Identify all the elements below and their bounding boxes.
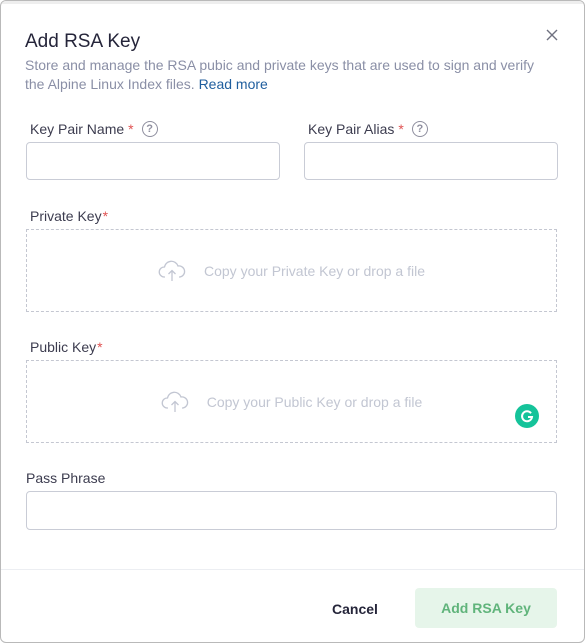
help-circle-icon[interactable]: ? bbox=[141, 121, 158, 137]
help-circle-icon[interactable]: ? bbox=[411, 121, 428, 137]
key-pair-alias-input[interactable] bbox=[304, 142, 558, 180]
required-mark: * bbox=[128, 121, 134, 137]
footer-divider bbox=[1, 569, 584, 570]
add-rsa-key-button[interactable]: Add RSA Key bbox=[415, 588, 557, 628]
private-key-dropzone-content: Copy your Private Key or drop a file bbox=[158, 260, 425, 282]
public-key-dropzone[interactable]: Copy your Public Key or drop a file bbox=[26, 360, 557, 443]
cloud-upload-icon bbox=[158, 260, 186, 281]
key-pair-name-label-text: Key Pair Name bbox=[30, 121, 125, 137]
required-mark: * bbox=[97, 339, 103, 355]
private-key-label: Private Key * bbox=[30, 208, 108, 224]
key-pair-name-input[interactable] bbox=[26, 142, 280, 180]
pass-phrase-label: Pass Phrase bbox=[26, 470, 105, 486]
key-pair-alias-label: Key Pair Alias * ? bbox=[308, 121, 428, 137]
private-key-drop-text: Copy your Private Key or drop a file bbox=[204, 262, 425, 279]
private-key-dropzone[interactable]: Copy your Private Key or drop a file bbox=[26, 229, 557, 312]
close-button[interactable] bbox=[542, 25, 562, 45]
pass-phrase-label-text: Pass Phrase bbox=[26, 470, 106, 486]
public-key-drop-text: Copy your Public Key or drop a file bbox=[206, 393, 423, 410]
dialog-title: Add RSA Key bbox=[25, 31, 141, 52]
public-key-label-text: Public Key bbox=[30, 339, 97, 355]
private-key-label-text: Private Key bbox=[30, 208, 102, 224]
pass-phrase-input[interactable] bbox=[26, 491, 557, 530]
required-mark: * bbox=[398, 121, 404, 137]
public-key-label: Public Key * bbox=[30, 339, 103, 355]
key-pair-name-label: Key Pair Name * ? bbox=[30, 121, 158, 137]
required-mark: * bbox=[102, 208, 109, 224]
key-pair-alias-label-text: Key Pair Alias bbox=[308, 121, 395, 137]
read-more-link[interactable]: Read more bbox=[199, 76, 268, 92]
grammarly-icon bbox=[521, 410, 534, 423]
grammarly-button[interactable] bbox=[515, 404, 539, 428]
description-text: Store and manage the RSA pubic and priva… bbox=[25, 57, 534, 92]
add-rsa-key-dialog: Add RSA Key Store and manage the RSA pub… bbox=[0, 0, 585, 643]
dialog-top-border bbox=[1, 1, 584, 4]
public-key-dropzone-content: Copy your Public Key or drop a file bbox=[161, 391, 423, 413]
dialog-description: Store and manage the RSA pubic and priva… bbox=[25, 56, 535, 94]
cancel-button[interactable]: Cancel bbox=[315, 589, 395, 629]
cloud-upload-icon bbox=[161, 391, 188, 412]
close-icon bbox=[546, 29, 558, 41]
